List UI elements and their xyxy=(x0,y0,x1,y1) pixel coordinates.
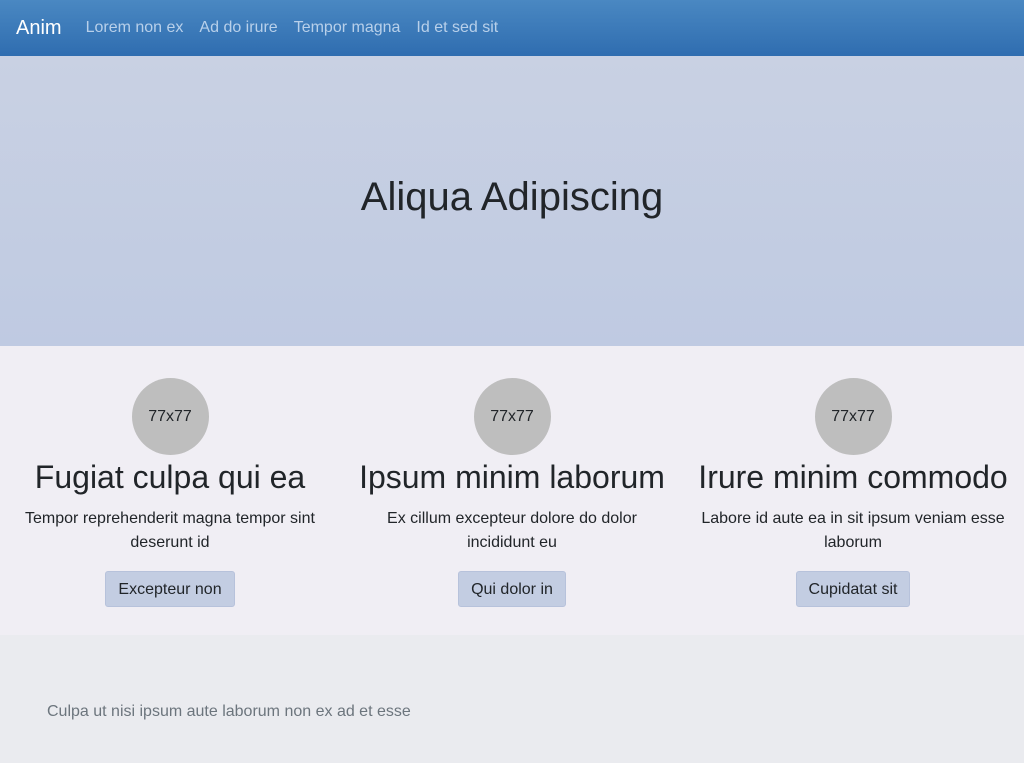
feature-text: Tempor reprehenderit magna tempor sint d… xyxy=(25,510,315,551)
page-footer: Culpa ut nisi ipsum aute laborum non ex … xyxy=(0,635,1024,763)
feature-button[interactable]: Cupidatat sit xyxy=(795,571,911,607)
feature-text: Labore id aute ea in sit ipsum veniam es… xyxy=(701,510,1005,551)
feature-button[interactable]: Qui dolor in xyxy=(458,571,566,607)
feature-title: Irure minim commodo xyxy=(698,459,1008,495)
feature-text: Ex cillum excepteur dolore do dolor inci… xyxy=(387,510,637,551)
feature-button[interactable]: Excepteur non xyxy=(105,571,235,607)
feature-column: 77x77 Fugiat culpa qui ea Tempor reprehe… xyxy=(0,346,340,607)
hero-title: Aliqua Adipiscing xyxy=(360,174,664,219)
nav-link-4[interactable]: Id et sed sit xyxy=(416,19,498,37)
features-section: 77x77 Fugiat culpa qui ea Tempor reprehe… xyxy=(0,346,1024,635)
feature-title: Fugiat culpa qui ea xyxy=(34,459,306,495)
nav-link-2[interactable]: Ad do irure xyxy=(199,19,277,37)
nav-link-3[interactable]: Tempor magna xyxy=(294,19,401,37)
feature-image-placeholder: 77x77 xyxy=(131,378,209,455)
feature-title: Ipsum minim laborum xyxy=(359,459,665,495)
feature-image-placeholder: 77x77 xyxy=(814,378,892,455)
navbar-brand[interactable]: Anim xyxy=(16,17,62,40)
top-navbar: Anim Lorem non ex Ad do irure Tempor mag… xyxy=(0,0,1024,56)
feature-column: 77x77 Ipsum minim laborum Ex cillum exce… xyxy=(342,346,682,607)
feature-image-placeholder: 77x77 xyxy=(473,378,551,455)
hero-banner: Aliqua Adipiscing xyxy=(0,56,1024,346)
footer-text: Culpa ut nisi ipsum aute laborum non ex … xyxy=(47,703,411,720)
feature-column: 77x77 Irure minim commodo Labore id aute… xyxy=(683,346,1023,607)
nav-link-1[interactable]: Lorem non ex xyxy=(86,19,184,37)
